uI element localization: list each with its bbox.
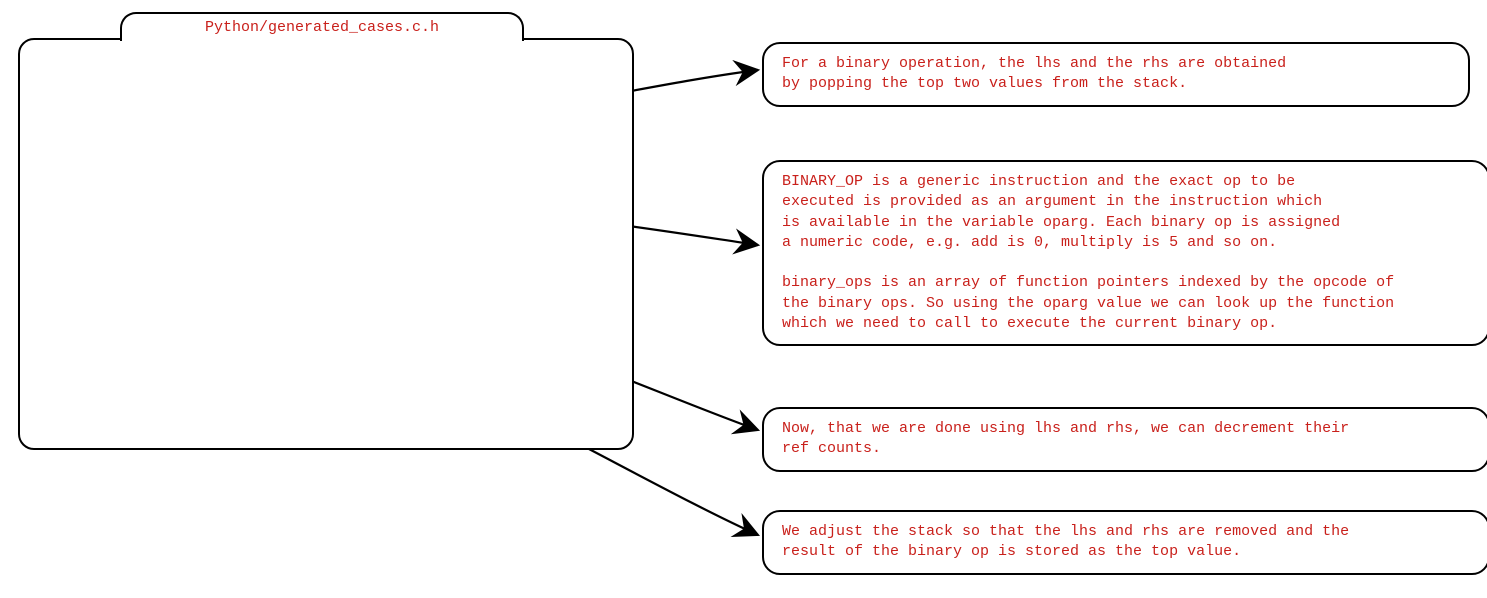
annotation-1-text: For a binary operation, the lhs and the … <box>782 54 1452 95</box>
file-tab: Python/generated_cases.c.h <box>120 12 524 41</box>
annotation-3-text: Now, that we are done using lhs and rhs,… <box>782 419 1472 460</box>
annotation-4-text: We adjust the stack so that the lhs and … <box>782 522 1472 563</box>
code-panel <box>18 38 634 450</box>
annotation-1: For a binary operation, the lhs and the … <box>762 42 1470 107</box>
annotation-3: Now, that we are done using lhs and rhs,… <box>762 407 1487 472</box>
annotation-2-text: BINARY_OP is a generic instruction and t… <box>782 172 1472 334</box>
annotation-2: BINARY_OP is a generic instruction and t… <box>762 160 1487 346</box>
annotation-4: We adjust the stack so that the lhs and … <box>762 510 1487 575</box>
